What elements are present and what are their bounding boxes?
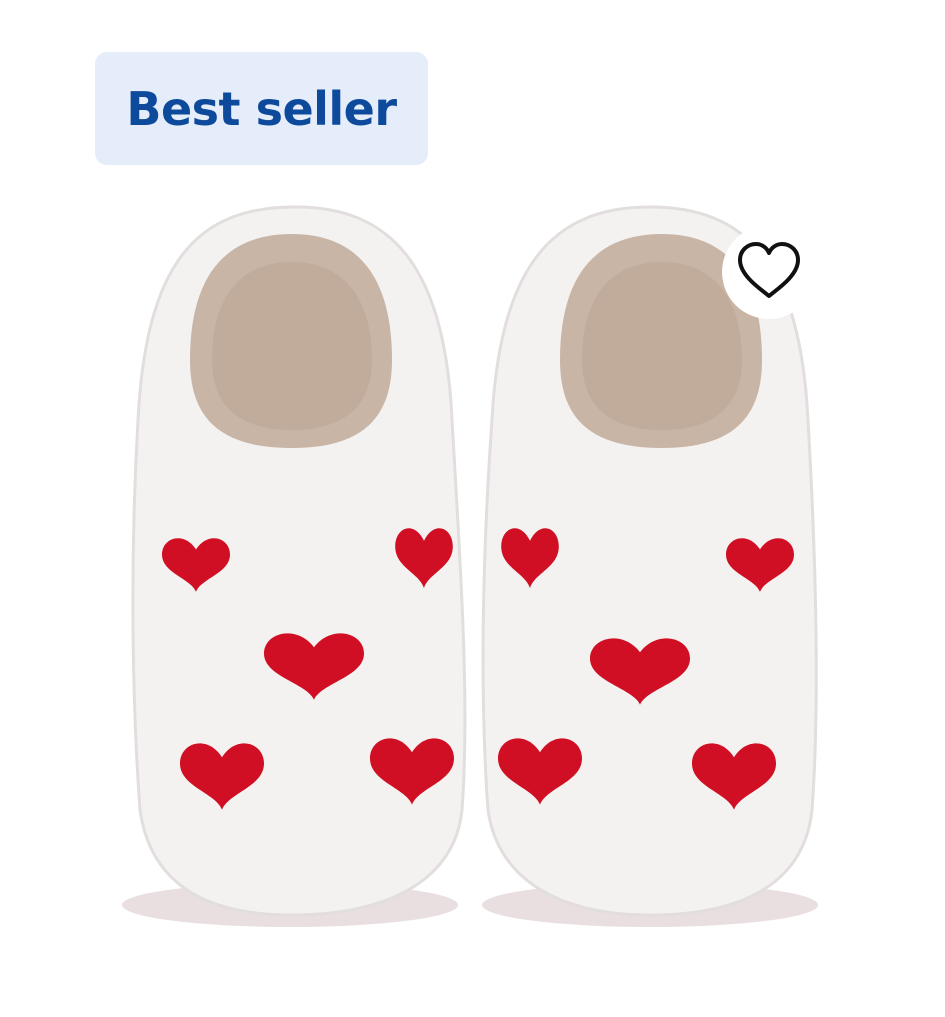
heart-outline-icon <box>738 242 800 298</box>
product-card[interactable]: Best seller <box>0 0 945 1017</box>
badge-label: Best seller <box>126 81 397 136</box>
favorite-button[interactable] <box>722 225 816 319</box>
best-seller-badge: Best seller <box>95 52 428 165</box>
left-slipper <box>122 205 467 927</box>
